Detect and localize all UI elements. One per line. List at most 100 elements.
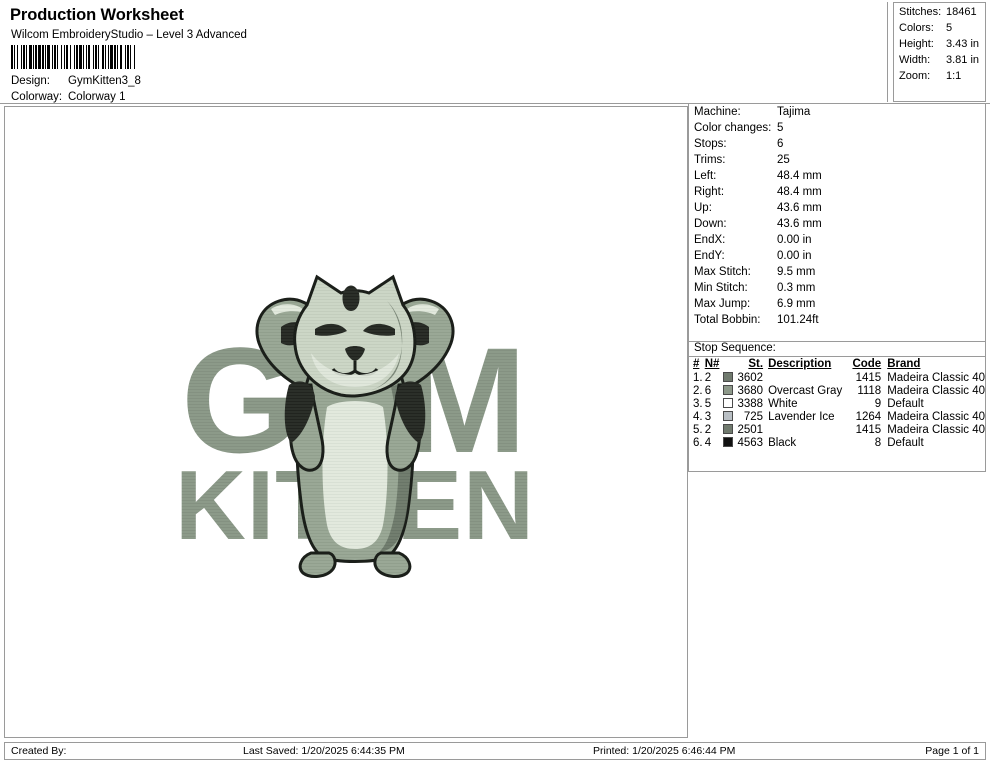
machine-detail-value: 6 [777, 138, 784, 150]
machine-detail-value: 101.24ft [777, 314, 819, 326]
machine-detail-label: EndX: [694, 234, 726, 246]
machine-detail-value: 43.6 mm [777, 202, 822, 214]
cell-needle: 2 [704, 371, 712, 384]
machine-detail-value: 5 [777, 122, 784, 134]
cell-num: 5. [693, 423, 703, 436]
color-swatch [723, 423, 734, 434]
color-swatch [723, 410, 734, 421]
machine-detail-value: 48.4 mm [777, 186, 822, 198]
design-stats-panel: Stitches: 18461 Colors: 5 Height: 3.43 in Widt… [893, 2, 986, 102]
machine-detail-row: Left: 48.4 mm [689, 170, 985, 186]
colorway-label: Colorway: [11, 91, 63, 103]
color-swatch [723, 371, 734, 382]
column-header-swatch [722, 357, 735, 371]
cell-num: 3. [693, 397, 703, 410]
table-row: 5. 2 2501 1415 Madeira Classic 40 [689, 423, 985, 436]
table-row: 3. 5 3388 White 9 Default [689, 397, 985, 410]
stat-row: Height: 3.43 in [894, 38, 985, 54]
cell-needle: 2 [704, 423, 712, 436]
cell-stitches: 2501 [737, 423, 764, 436]
stat-row: Width: 3.81 in [894, 54, 985, 70]
cell-brand: Default [887, 436, 924, 449]
cell-brand: Madeira Classic 40 [887, 371, 985, 384]
cell-description: Lavender Ice [768, 410, 835, 423]
machine-detail-value: 48.4 mm [777, 170, 822, 182]
stat-value: 5 [946, 22, 953, 34]
color-swatch [723, 397, 734, 408]
cell-code: 1118 [857, 384, 882, 397]
cell-stitches: 3680 [737, 384, 764, 397]
machine-detail-label: Down: [694, 218, 727, 230]
machine-detail-label: Trims: [694, 154, 726, 166]
machine-detail-value: 0.3 mm [777, 282, 816, 294]
cell-brand: Madeira Classic 40 [887, 423, 985, 436]
stat-value: 18461 [946, 6, 977, 18]
machine-detail-row: Trims: 25 [689, 154, 985, 170]
info-column: Machine: Tajima Color changes: 5 Stops: 6 Trim… [688, 104, 986, 738]
production-worksheet-page: Production Worksheet Wilcom EmbroiderySt… [0, 0, 990, 762]
machine-detail-row: Down: 43.6 mm [689, 218, 985, 234]
gym-kitten-embroidery-design: GYM KITTEN [175, 274, 534, 578]
application-name: Wilcom EmbroideryStudio – Level 3 Advanc… [11, 29, 247, 41]
machine-detail-label: Right: [694, 186, 725, 198]
stat-label: Width: [899, 54, 931, 66]
cell-code: 9 [874, 397, 882, 410]
cell-description: Black [768, 436, 797, 449]
machine-detail-value: 0.00 in [777, 234, 812, 246]
machine-detail-label: Up: [694, 202, 712, 214]
machine-detail-row: Right: 48.4 mm [689, 186, 985, 202]
cell-description [766, 371, 850, 384]
machine-detail-value: 25 [777, 154, 790, 166]
stop-sequence-table: # N# St. Description Code Brand 1. 2 3602 1… [689, 357, 985, 449]
cell-needle: 5 [704, 397, 712, 410]
machine-detail-value: Tajima [777, 106, 811, 118]
stat-value: 1:1 [946, 70, 962, 82]
machine-detail-label: EndY: [694, 250, 725, 262]
stat-label: Zoom: [899, 70, 931, 82]
column-header-num: # [693, 358, 700, 370]
machine-detail-value: 0.00 in [777, 250, 812, 262]
stop-sequence-title: Stop Sequence: [688, 342, 986, 357]
cell-description: Overcast Gray [768, 384, 843, 397]
table-row: 1. 2 3602 1415 Madeira Classic 40 [689, 371, 985, 384]
footer-created-by: Created By: [11, 745, 67, 757]
column-header-code: Code [852, 358, 882, 370]
header-band: Production Worksheet Wilcom EmbroiderySt… [0, 0, 990, 104]
stat-label: Stitches: [899, 6, 942, 18]
machine-detail-value: 43.6 mm [777, 218, 822, 230]
stat-label: Height: [899, 38, 934, 50]
design-value: GymKitten3_8 [68, 75, 141, 87]
cell-swatch [722, 371, 735, 384]
machine-detail-row: EndY: 0.00 in [689, 250, 985, 266]
stat-value: 3.43 in [946, 38, 980, 50]
design-label: Design: [11, 75, 50, 87]
cell-needle: 4 [704, 436, 712, 449]
cell-swatch [722, 384, 735, 397]
machine-detail-row: EndX: 0.00 in [689, 234, 985, 250]
cell-stitches: 3602 [737, 371, 764, 384]
machine-detail-row: Min Stitch: 0.3 mm [689, 282, 985, 298]
machine-detail-label: Max Jump: [694, 298, 751, 310]
cell-code: 1415 [855, 371, 882, 384]
footer-last-saved: Last Saved: 1/20/2025 6:44:35 PM [243, 745, 405, 757]
machine-detail-row: Color changes: 5 [689, 122, 985, 138]
footer-bar: Created By: Last Saved: 1/20/2025 6:44:3… [4, 742, 986, 760]
machine-detail-row: Up: 43.6 mm [689, 202, 985, 218]
column-header-needle: N# [704, 358, 720, 370]
cell-brand: Default [887, 397, 924, 410]
stat-row: Zoom: 1:1 [894, 70, 985, 86]
machine-detail-label: Machine: [694, 106, 741, 118]
cell-brand: Madeira Classic 40 [887, 410, 985, 423]
machine-detail-label: Max Stitch: [694, 266, 751, 278]
machine-details-panel: Machine: Tajima Color changes: 5 Stops: 6 Trim… [688, 104, 986, 342]
cell-stitches: 4563 [737, 436, 764, 449]
header-info-panel: Production Worksheet Wilcom EmbroiderySt… [4, 2, 888, 103]
cell-num: 2. [693, 384, 703, 397]
machine-detail-row: Stops: 6 [689, 138, 985, 154]
machine-detail-value: 6.9 mm [777, 298, 816, 310]
cell-swatch [722, 410, 735, 423]
table-header-row: # N# St. Description Code Brand [689, 357, 985, 371]
table-row: 2. 6 3680 Overcast Gray 1118 Madeira Classic … [689, 384, 985, 397]
stop-sequence-panel: # N# St. Description Code Brand 1. 2 3602 1… [688, 357, 986, 472]
cell-num: 6. [693, 436, 703, 449]
